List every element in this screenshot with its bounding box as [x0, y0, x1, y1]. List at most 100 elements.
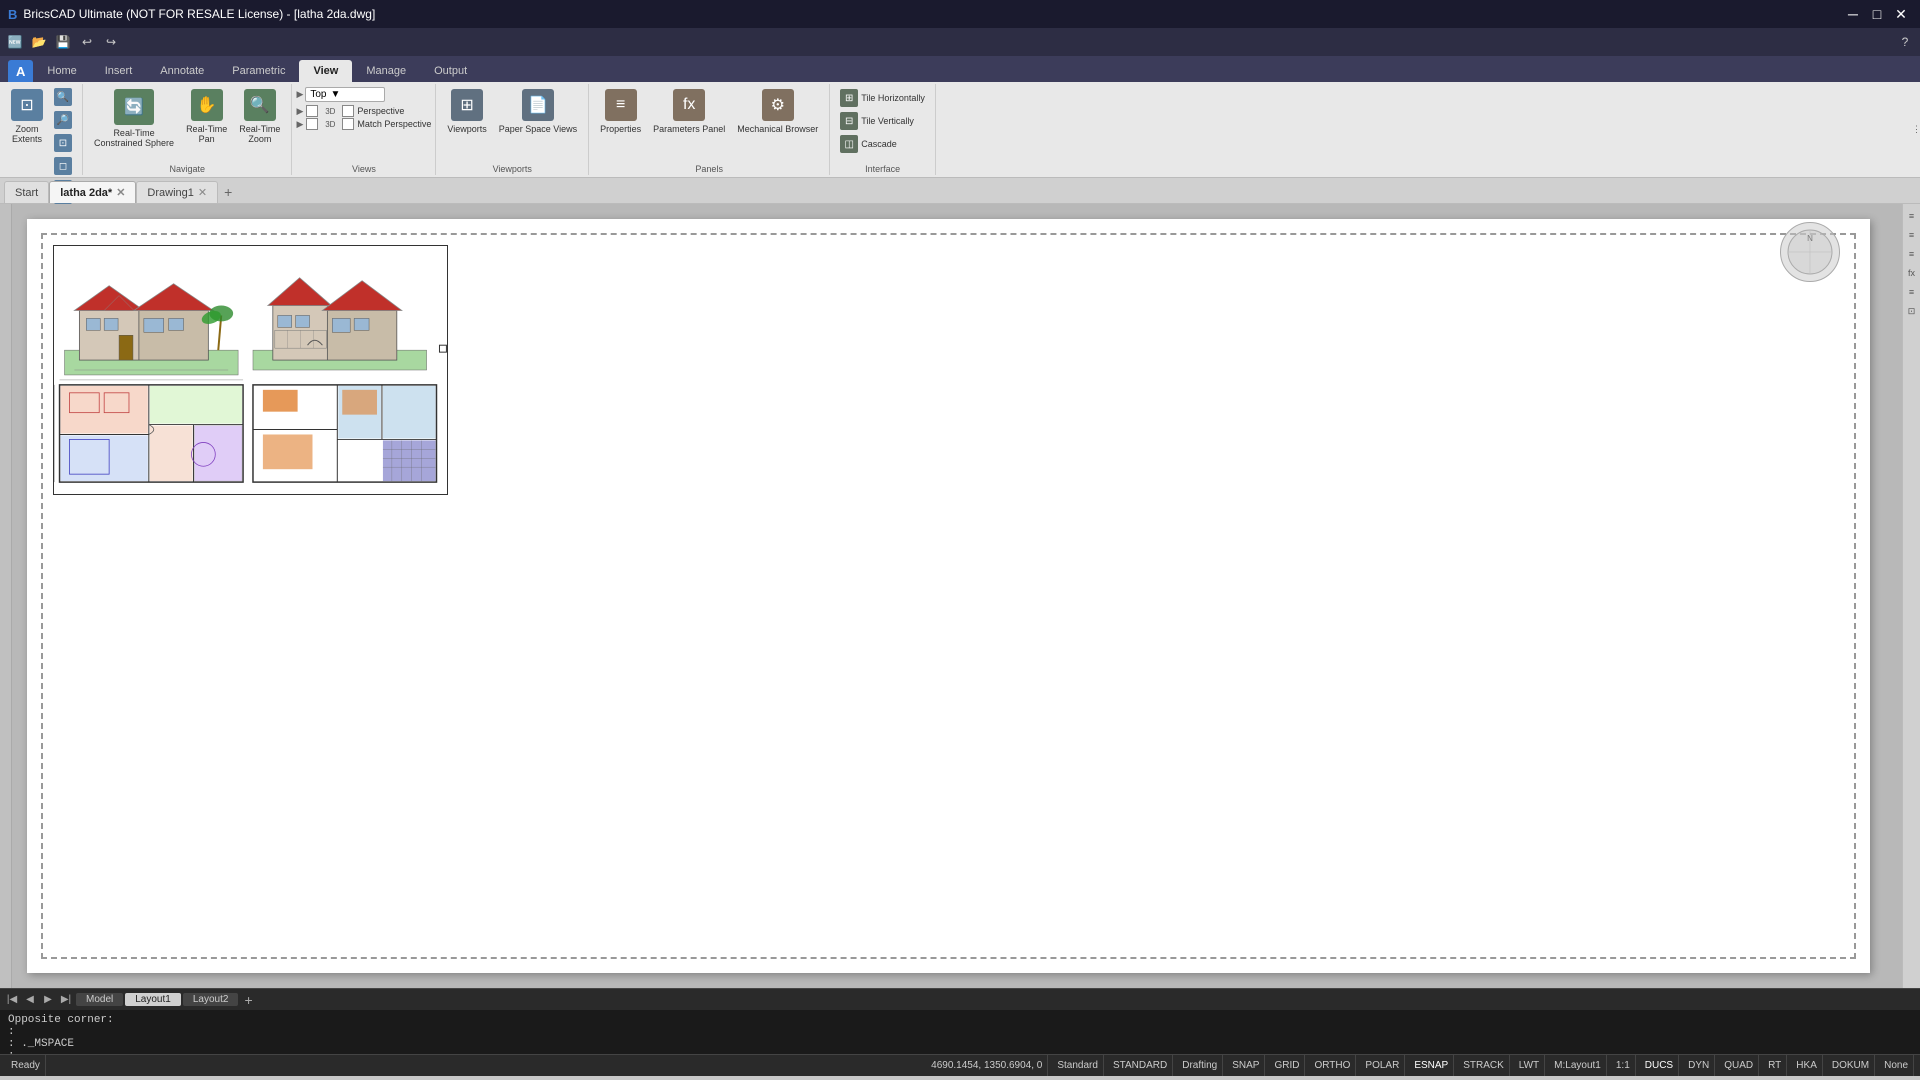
tile-vertically-button[interactable]: ⊟ Tile Vertically — [836, 110, 929, 132]
zoom-rt-button[interactable]: 🔍 Real-TimeZoom — [234, 86, 285, 154]
minimize-button[interactable]: ─ — [1842, 3, 1864, 25]
qa-help-button[interactable]: ? — [1894, 31, 1916, 53]
status-lwt[interactable]: LWT — [1514, 1055, 1545, 1076]
match-perspective-row: ▶ 3D Match Perspective — [296, 118, 431, 130]
layout-tab-layout2[interactable]: Layout2 — [183, 993, 239, 1006]
status-scale[interactable]: 1:1 — [1611, 1055, 1636, 1076]
doc-tab-latha-close[interactable]: ✕ — [116, 186, 125, 199]
coords-display[interactable]: 4690.1454, 1350.6904, 0 — [926, 1055, 1048, 1076]
zoom-extents-button[interactable]: ⊡ ZoomExtents — [6, 86, 48, 154]
paper-space-views-button[interactable]: 📄 Paper Space Views — [494, 86, 582, 154]
status-std2[interactable]: STANDARD — [1108, 1055, 1173, 1076]
tab-manage[interactable]: Manage — [352, 60, 420, 82]
orbit-button[interactable]: 🔄 Real-TimeConstrained Sphere — [89, 86, 179, 154]
app-title: BricsCAD Ultimate (NOT FOR RESALE Licens… — [23, 7, 375, 21]
command-window[interactable]: Opposite corner: : : ._MSPACE : : Enter … — [0, 1010, 1920, 1054]
tab-annotate[interactable]: Annotate — [146, 60, 218, 82]
status-esnap[interactable]: ESNAP — [1409, 1055, 1454, 1076]
tab-home[interactable]: Home — [33, 60, 90, 82]
status-ducs[interactable]: DUCS — [1640, 1055, 1679, 1076]
qa-undo-button[interactable]: ↩ — [76, 31, 98, 53]
doc-tabs: Start latha 2da* ✕ Drawing1 ✕ + — [0, 178, 1920, 204]
doc-tab-drawing1-label: Drawing1 — [147, 187, 193, 199]
pan-button[interactable]: ✋ Real-TimePan — [181, 86, 232, 154]
layout-nav-prev[interactable]: ◀ — [22, 992, 38, 1008]
ribbon-expand-icon[interactable]: ⋮ — [1912, 124, 1920, 135]
status-dyn[interactable]: DYN — [1683, 1055, 1715, 1076]
doc-tab-latha-label: latha 2da* — [60, 187, 112, 199]
ribbon-tabs: A Home Insert Annotate Parametric View M… — [0, 56, 1920, 82]
canvas-area[interactable]: N ≡ ≡ ≡ fx ≡ ⊡ — [12, 204, 1920, 988]
zoom-all-button[interactable]: ◻ — [50, 155, 76, 177]
tile-h-icon: ⊞ — [840, 89, 858, 107]
layout-nav-first[interactable]: |◀ — [4, 992, 20, 1008]
panel-btn-5[interactable]: ≡ — [1909, 284, 1914, 300]
layout-nav-last[interactable]: ▶| — [58, 992, 74, 1008]
status-quad[interactable]: QUAD — [1719, 1055, 1759, 1076]
view-dropdown[interactable]: Top ▼ — [305, 87, 385, 102]
layout-nav-next[interactable]: ▶ — [40, 992, 56, 1008]
tab-parametric[interactable]: Parametric — [218, 60, 299, 82]
tab-output[interactable]: Output — [420, 60, 481, 82]
match-perspective-checkbox-1[interactable] — [306, 118, 318, 130]
zoom-window-button[interactable]: ⊡ — [50, 132, 76, 154]
status-dokum[interactable]: DOKUM — [1827, 1055, 1875, 1076]
layout-tab-model[interactable]: Model — [76, 993, 123, 1006]
properties-button[interactable]: ≡ Properties — [595, 86, 646, 154]
panel-btn-6[interactable]: ⊡ — [1908, 303, 1916, 320]
status-rt[interactable]: RT — [1763, 1055, 1787, 1076]
panel-btn-2[interactable]: ≡ — [1909, 227, 1914, 243]
status-ortho[interactable]: ORTHO — [1309, 1055, 1356, 1076]
qa-new-button[interactable]: 🆕 — [4, 31, 26, 53]
add-doc-tab[interactable]: + — [218, 181, 238, 203]
status-polar[interactable]: POLAR — [1360, 1055, 1405, 1076]
panel-btn-1[interactable]: ≡ — [1909, 208, 1914, 224]
panel-btn-3[interactable]: ≡ — [1909, 246, 1914, 262]
titlebar: B BricsCAD Ultimate (NOT FOR RESALE Lice… — [0, 0, 1920, 28]
ribbon: ⊡ ZoomExtents 🔍 🔎 ⊡ ◻ ○ — [0, 82, 1920, 178]
mechanical-browser-button[interactable]: ⚙ Mechanical Browser — [732, 86, 823, 154]
status-area: |◀ ◀ ▶ ▶| Model Layout1 Layout2 + Opposi… — [0, 988, 1920, 1076]
right-edge-panel: ≡ ≡ ≡ fx ≡ ⊡ — [1902, 204, 1920, 988]
qa-redo-button[interactable]: ↪ — [100, 31, 122, 53]
zoom-in-button[interactable]: 🔍 — [50, 86, 76, 108]
qa-save-button[interactable]: 💾 — [52, 31, 74, 53]
layout-tab-layout1[interactable]: Layout1 — [125, 993, 181, 1006]
tab-home-icon[interactable]: A — [8, 60, 33, 82]
viewports-button[interactable]: ⊞ Viewports — [442, 86, 491, 154]
tab-view[interactable]: View — [299, 60, 352, 82]
perspective-checkbox-2[interactable] — [342, 105, 354, 117]
status-strack[interactable]: STRACK — [1458, 1055, 1510, 1076]
ribbon-group-zoom: ⊡ ZoomExtents 🔍 🔎 ⊡ ◻ ○ — [0, 84, 83, 175]
status-none[interactable]: None — [1879, 1055, 1914, 1076]
perspective-checkbox-1[interactable] — [306, 105, 318, 117]
qa-open-button[interactable]: 📂 — [28, 31, 50, 53]
status-grid[interactable]: GRID — [1269, 1055, 1305, 1076]
viewcube[interactable]: N — [1780, 222, 1840, 282]
status-hka[interactable]: HKA — [1791, 1055, 1823, 1076]
perspective-row: ▶ 3D Perspective — [296, 105, 431, 117]
layout-tab-add[interactable]: + — [240, 992, 256, 1008]
cascade-button[interactable]: ◫ Cascade — [836, 133, 929, 155]
parameters-panel-button[interactable]: fx Parameters Panel — [648, 86, 730, 154]
maximize-button[interactable]: □ — [1866, 3, 1888, 25]
status-mlayout[interactable]: M:Layout1 — [1549, 1055, 1607, 1076]
zoom-out-button[interactable]: 🔎 — [50, 109, 76, 131]
drawing-svg — [54, 246, 447, 494]
match-perspective-checkbox-2[interactable] — [342, 118, 354, 130]
doc-tab-start[interactable]: Start — [4, 181, 49, 203]
viewport-border — [41, 233, 1856, 959]
close-button[interactable]: ✕ — [1890, 3, 1912, 25]
status-standard[interactable]: Standard — [1052, 1055, 1104, 1076]
zoom-out-icon: 🔎 — [54, 111, 72, 129]
status-drafting[interactable]: Drafting — [1177, 1055, 1223, 1076]
status-snap[interactable]: SNAP — [1227, 1055, 1265, 1076]
menubar: 🆕 📂 💾 ↩ ↪ ? — [0, 28, 1920, 56]
doc-tab-latha[interactable]: latha 2da* ✕ — [49, 181, 136, 203]
doc-tab-drawing1[interactable]: Drawing1 ✕ — [136, 181, 218, 203]
panel-btn-4[interactable]: fx — [1908, 265, 1915, 281]
tile-horizontally-button[interactable]: ⊞ Tile Horizontally — [836, 87, 929, 109]
tile-v-icon: ⊟ — [840, 112, 858, 130]
tab-insert[interactable]: Insert — [91, 60, 147, 82]
doc-tab-drawing1-close[interactable]: ✕ — [198, 186, 207, 199]
